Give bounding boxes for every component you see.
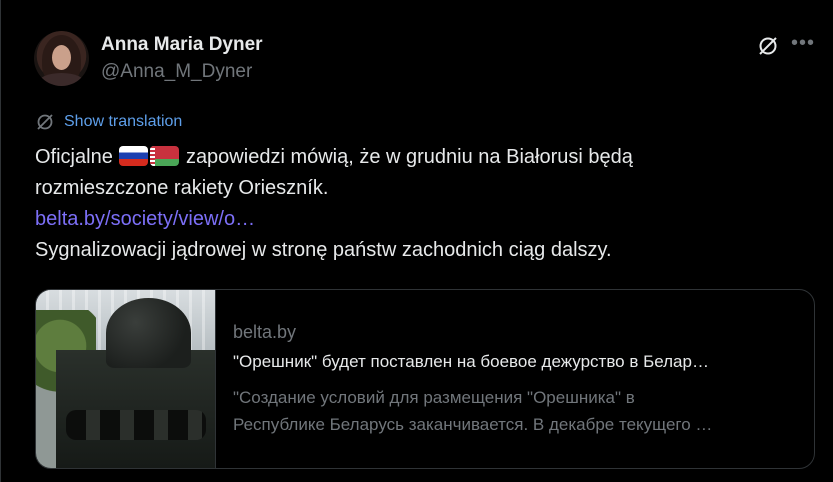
card-description: "Создание условий для размещения "Орешни… bbox=[233, 384, 798, 438]
card-description-line1: "Создание условий для размещения "Орешни… bbox=[233, 388, 635, 407]
post-link[interactable]: belta.by/society/view/o… bbox=[35, 208, 255, 230]
avatar-face bbox=[52, 45, 71, 70]
card-description-line2: Республике Беларусь заканчивается. В дек… bbox=[233, 415, 713, 434]
show-translation-label: Show translation bbox=[64, 113, 183, 130]
post-text: Oficjalne zapowiedzi mówią, że w grudniu… bbox=[35, 142, 805, 266]
avatar-shoulders bbox=[38, 73, 85, 86]
card-title: "Орешник" будет поставлен на боевое дежу… bbox=[233, 352, 709, 371]
show-translation-link[interactable]: Show translation bbox=[35, 112, 182, 132]
grok-icon[interactable] bbox=[757, 35, 779, 57]
belarus-flag-icon bbox=[150, 146, 180, 166]
post: Anna Maria Dyner @Anna_M_Dyner ••• Show … bbox=[0, 0, 833, 482]
card-thumbnail bbox=[36, 290, 216, 468]
post-text-line1-start: Oficjalne bbox=[35, 146, 113, 168]
translate-icon bbox=[37, 114, 53, 130]
post-text-line1-end: zapowiedzi mówią, że w grudniu na Białor… bbox=[185, 146, 633, 168]
post-text-line2: rozmieszczone rakiety Orieszník. bbox=[35, 177, 329, 199]
russia-flag-icon bbox=[119, 146, 149, 166]
post-text-line3: Sygnalizowacji jądrowej w stronę państw … bbox=[35, 239, 612, 261]
more-icon[interactable]: ••• bbox=[791, 33, 815, 53]
card-domain: belta.by bbox=[233, 322, 297, 342]
author-name[interactable]: Anna Maria Dyner bbox=[101, 34, 263, 56]
author-handle[interactable]: @Anna_M_Dyner bbox=[101, 61, 252, 83]
link-preview-card[interactable]: belta.by "Орешник" будет поставлен на бо… bbox=[35, 289, 815, 469]
avatar[interactable] bbox=[34, 31, 89, 86]
thumbnail-missile bbox=[106, 298, 191, 368]
